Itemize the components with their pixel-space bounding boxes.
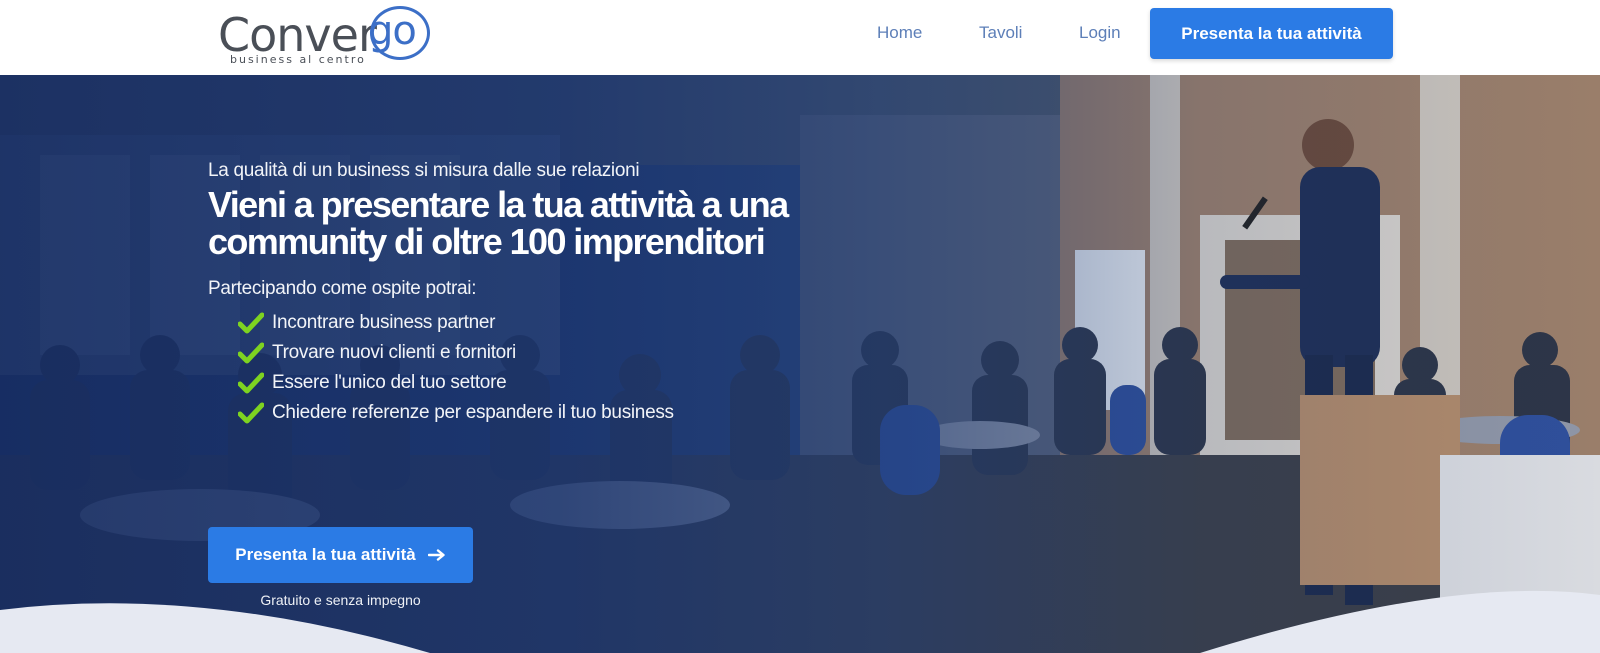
check-icon <box>238 372 264 394</box>
benefit-text: Chiedere referenze per espandere il tuo … <box>272 402 674 423</box>
nav-link-tavoli[interactable]: Tavoli <box>979 22 1022 44</box>
hero-section: La qualità di un business si misura dall… <box>0 75 1600 653</box>
check-icon <box>238 312 264 334</box>
list-item: Essere l'unico del tuo settore <box>238 368 908 398</box>
hero-present-business-button[interactable]: Presenta la tua attività <box>208 527 473 583</box>
benefit-text: Incontrare business partner <box>272 312 496 333</box>
convergo-logo[interactable]: Conver go business al centro <box>218 4 438 66</box>
arrow-right-icon <box>427 549 445 561</box>
list-item: Trovare nuovi clienti e fornitori <box>238 338 908 368</box>
site-header: Conver go business al centro Home Tavoli… <box>0 0 1600 75</box>
benefit-text: Trovare nuovi clienti e fornitori <box>272 342 516 363</box>
benefits-list: Incontrare business partner Trovare nuov… <box>238 308 908 428</box>
check-icon <box>238 402 264 424</box>
header-present-business-button[interactable]: Presenta la tua attività <box>1150 8 1393 59</box>
hero-cta-note: Gratuito e senza impegno <box>260 592 421 608</box>
list-item: Incontrare business partner <box>238 308 908 338</box>
check-icon <box>238 342 264 364</box>
benefit-text: Essere l'unico del tuo settore <box>272 372 507 393</box>
hero-content: La qualità di un business si misura dall… <box>208 160 908 608</box>
hero-intro: Partecipando come ospite potrai: <box>208 278 477 299</box>
hero-cta-label: Presenta la tua attività <box>235 545 416 564</box>
hero-eyebrow: La qualità di un business si misura dall… <box>208 160 640 181</box>
nav-link-login[interactable]: Login <box>1079 22 1121 44</box>
list-item: Chiedere referenze per espandere il tuo … <box>238 398 908 428</box>
logo-accent: go <box>368 8 417 54</box>
hero-headline: Vieni a presentare la tua attività a una… <box>208 184 789 262</box>
nav-link-home[interactable]: Home <box>877 22 922 44</box>
logo-tagline: business al centro <box>230 53 366 66</box>
